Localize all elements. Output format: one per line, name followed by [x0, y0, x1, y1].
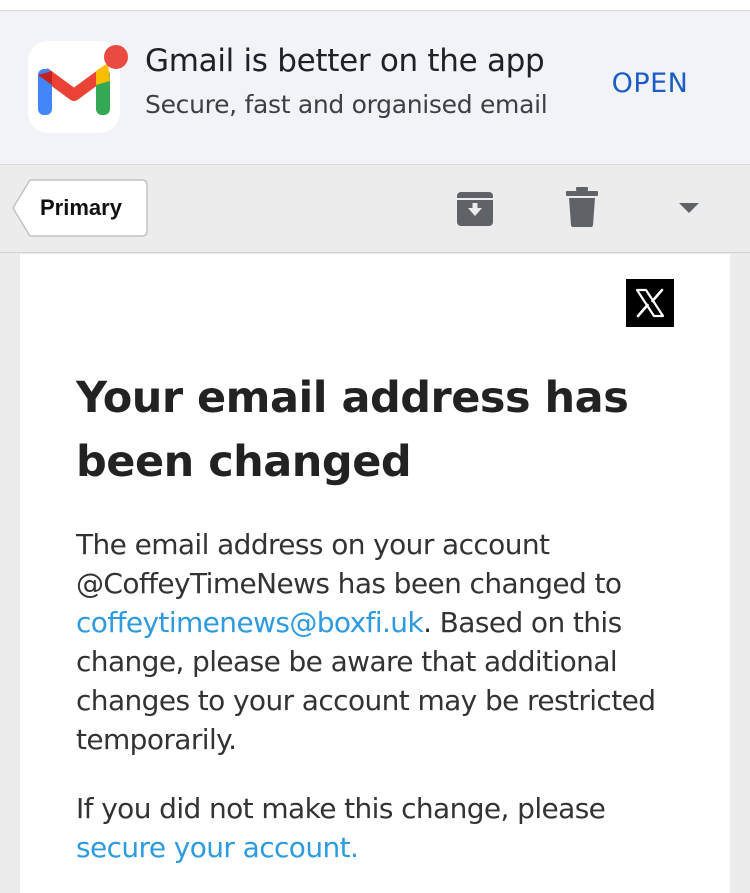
top-edge [0, 0, 750, 11]
open-app-button[interactable]: OPEN [600, 63, 700, 103]
email-paragraph-2: If you did not make this change, please … [76, 789, 696, 867]
banner-title: Gmail is better on the app [145, 43, 545, 79]
x-logo-icon [626, 279, 674, 327]
app-install-banner: Gmail is better on the app Secure, fast … [0, 11, 750, 165]
paragraph-2-text: If you did not make this change, please [76, 792, 606, 825]
primary-label-text: Primary [40, 195, 122, 220]
email-body-card: Your email address has been changed The … [20, 254, 730, 893]
email-toolbar: Primary [0, 165, 750, 253]
paragraph-1-text-a: The email address on your account @Coffe… [76, 528, 622, 600]
notification-dot [104, 45, 128, 69]
archive-icon[interactable] [456, 189, 494, 227]
gmail-logo-icon [38, 63, 110, 115]
chevron-down-icon[interactable] [678, 201, 700, 215]
primary-label-tag[interactable]: Primary [12, 179, 148, 237]
email-paragraph-1: The email address on your account @Coffe… [76, 525, 696, 759]
new-email-link[interactable]: coffeytimenews@boxfi.uk [76, 606, 424, 639]
banner-subtitle: Secure, fast and organised email [145, 90, 548, 119]
delete-trash-icon[interactable] [566, 187, 598, 227]
email-heading: Your email address has been changed [76, 373, 629, 487]
secure-account-link[interactable]: secure your account. [76, 831, 359, 864]
